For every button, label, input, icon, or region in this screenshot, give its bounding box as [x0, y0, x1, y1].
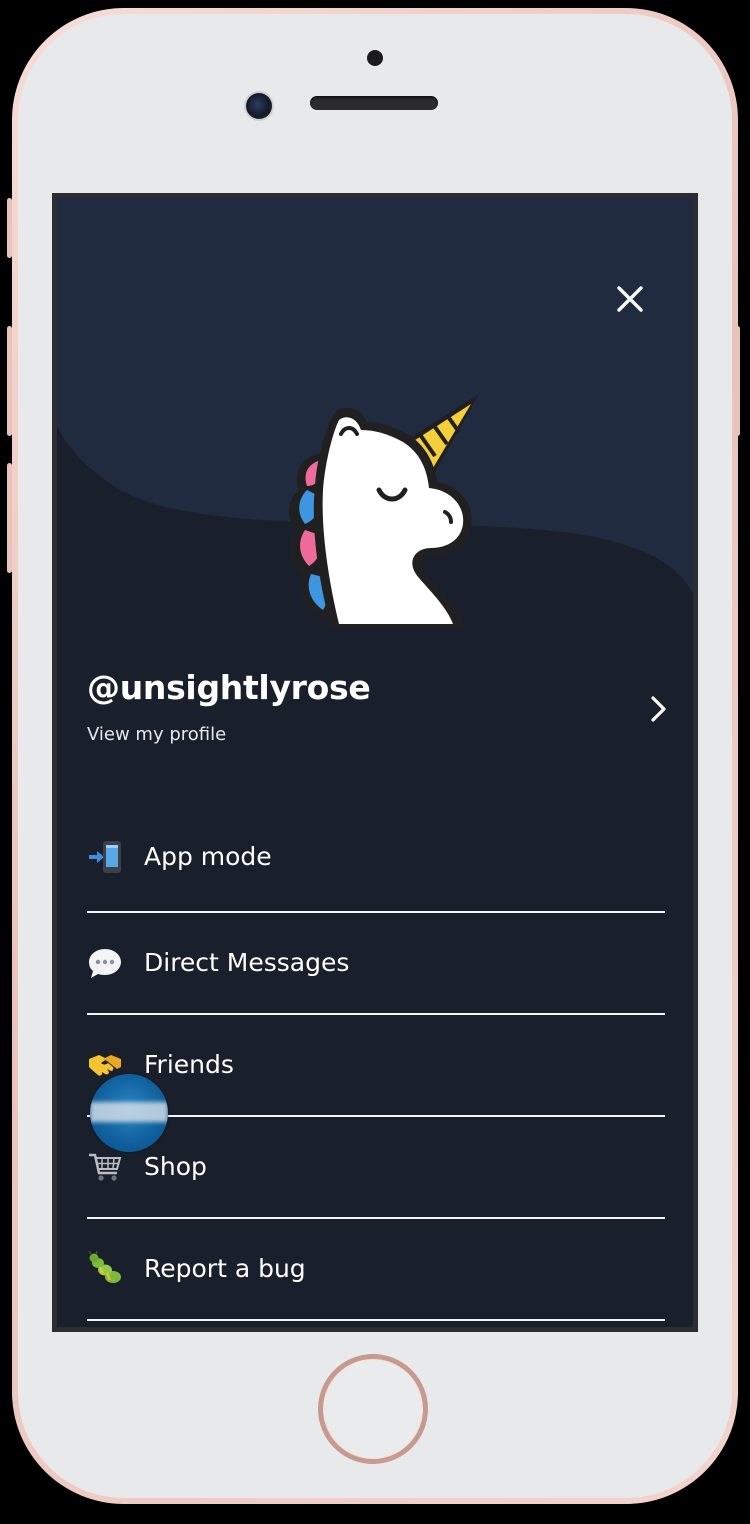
- chevron-right-icon: [651, 696, 666, 722]
- menu-item-friends[interactable]: Friends: [87, 1015, 665, 1117]
- close-icon: [617, 286, 643, 312]
- menu-item-report-a-bug[interactable]: Report a bug: [87, 1219, 665, 1321]
- profile-chevron-button[interactable]: [647, 694, 671, 724]
- profile-avatar[interactable]: [275, 394, 485, 636]
- home-button[interactable]: [318, 1354, 428, 1464]
- volume-up-button: [7, 326, 12, 436]
- menu-item-label: Report a bug: [144, 1254, 306, 1283]
- front-camera: [246, 93, 272, 119]
- shopping-cart-icon: [87, 1149, 123, 1185]
- menu-item-direct-messages[interactable]: Direct Messages: [87, 913, 665, 1015]
- bug-icon: [87, 1251, 123, 1287]
- power-button: [735, 326, 740, 436]
- menu-item-label: App mode: [144, 841, 272, 871]
- earpiece-speaker: [310, 96, 438, 110]
- menu-list: App mode Direct Messages Friends Shop Re…: [87, 802, 665, 1321]
- mobile-phone-arrow-icon: [87, 839, 123, 875]
- menu-item-app-mode[interactable]: App mode: [87, 802, 665, 913]
- profile-username: @unsightlyrose: [87, 668, 371, 707]
- menu-item-shop[interactable]: Shop: [87, 1117, 665, 1219]
- view-profile-link[interactable]: View my profile: [87, 724, 226, 745]
- device-frame-stage: @unsightlyrose View my profile App mode …: [0, 0, 750, 1524]
- speech-bubble-icon: [87, 945, 123, 981]
- unicorn-icon: [288, 394, 479, 628]
- menu-item-label: Direct Messages: [144, 948, 350, 977]
- menu-item-label: Shop: [144, 1152, 207, 1181]
- mute-switch: [7, 198, 12, 258]
- touch-indicator-icon: [90, 1074, 168, 1152]
- close-button[interactable]: [613, 282, 647, 316]
- volume-down-button: [7, 463, 12, 573]
- app-screen: @unsightlyrose View my profile App mode …: [52, 193, 698, 1332]
- menu-item-label: Friends: [144, 1050, 234, 1079]
- proximity-sensor: [367, 50, 383, 66]
